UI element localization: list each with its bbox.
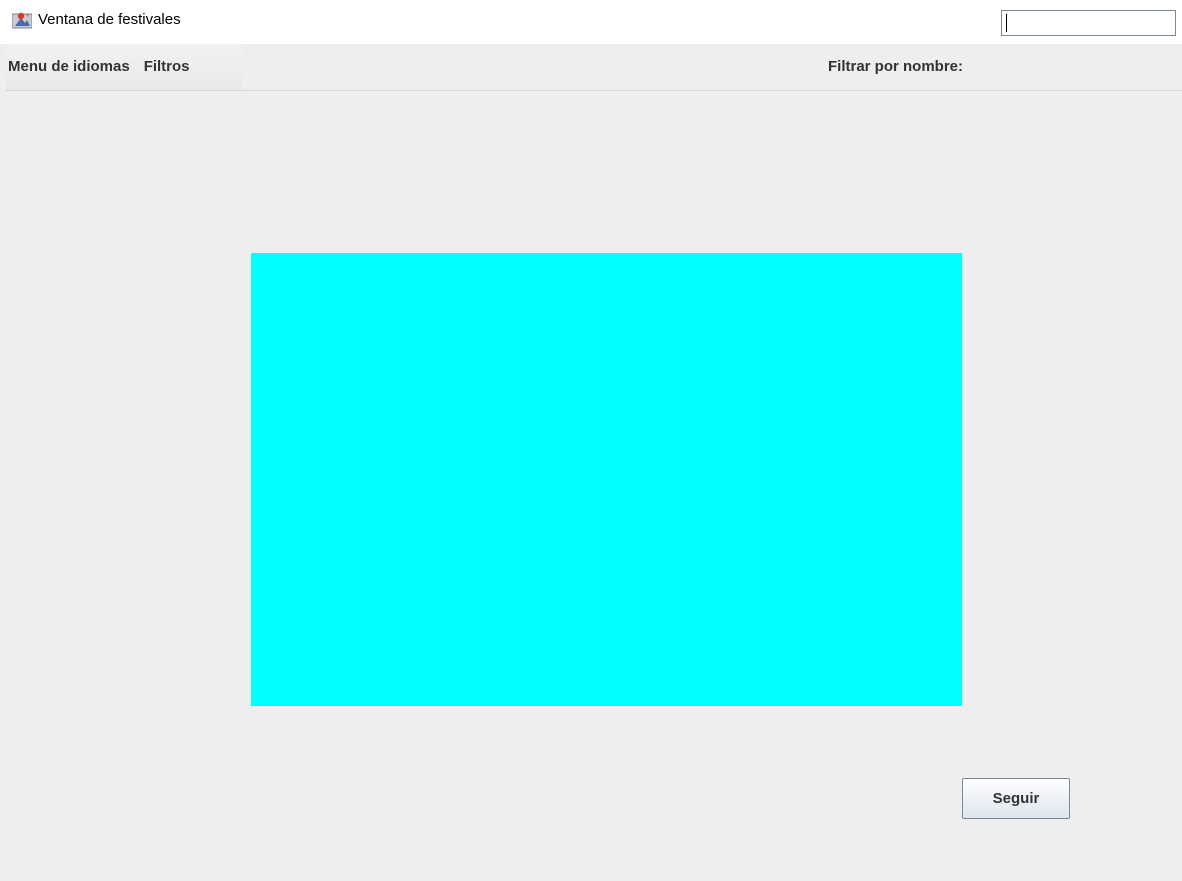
window-title: Ventana de festivales xyxy=(38,11,181,28)
menu-group: Menu de idiomas Filtros xyxy=(6,44,242,90)
continue-button[interactable]: Seguir xyxy=(962,778,1070,819)
filter-by-name-input[interactable] xyxy=(1001,10,1176,36)
menu-languages[interactable]: Menu de idiomas xyxy=(6,44,137,90)
content-panel xyxy=(251,253,962,706)
text-caret xyxy=(1006,14,1007,32)
festivals-window: Ventana de festivales Menu de idiomas Fi… xyxy=(0,0,1182,881)
menu-bar: Menu de idiomas Filtros Filtrar por nomb… xyxy=(6,44,1182,91)
java-app-icon xyxy=(11,11,33,29)
menu-filters[interactable]: Filtros xyxy=(137,44,197,90)
filter-by-name-label: Filtrar por nombre: xyxy=(828,58,964,75)
